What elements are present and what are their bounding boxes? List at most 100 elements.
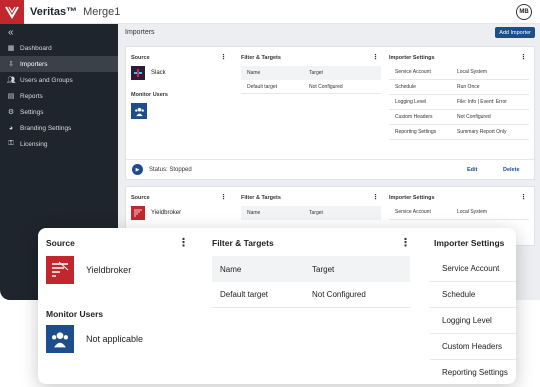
setting-row[interactable]: Reporting Settings Summary Report Only [389, 125, 529, 140]
source-name: Yieldbroker [86, 265, 132, 275]
sidebar-item-label: Settings [20, 108, 44, 116]
source-name: Yieldbroker [151, 210, 182, 216]
importers-icon: ⇩ [8, 61, 14, 68]
settings-menu-icon[interactable]: ⋮ [520, 193, 527, 201]
filter-heading: Filter & Targets [212, 238, 274, 248]
setting-row[interactable]: Schedule Run Once [389, 80, 529, 95]
setting-label: Logging Level [395, 99, 427, 105]
filter-menu-icon[interactable]: ⋮ [372, 53, 379, 61]
product-name: Merge1 [83, 5, 121, 18]
column-header-name: Name [247, 70, 261, 76]
filter-menu-icon[interactable]: ⋮ [400, 236, 411, 249]
source-heading: Source [46, 238, 75, 248]
setting-label: Service Account [395, 209, 431, 215]
targets-table: Name Target [241, 206, 381, 220]
setting-label: Custom Headers [395, 114, 433, 120]
slack-icon [131, 66, 145, 80]
setting-service-account[interactable]: Service Account [430, 256, 516, 282]
target-name-cell: Default target [247, 83, 278, 90]
sidebar-item-branding-settings[interactable]: ◕ Branding Settings [0, 120, 118, 136]
veritas-logo-icon[interactable] [0, 0, 24, 24]
monitor-users-heading: Monitor Users [131, 92, 168, 98]
delete-link[interactable]: Delete [503, 167, 520, 173]
play-icon[interactable]: ▶ [132, 164, 143, 175]
filter-heading: Filter & Targets [241, 55, 281, 61]
users-icon: 👥︎ [6, 77, 16, 84]
collapse-sidebar-icon[interactable]: « [0, 24, 118, 40]
monitor-users-icon [46, 325, 74, 353]
sidebar-item-importers[interactable]: ⇩ Importers [0, 56, 118, 72]
settings-heading: Importer Settings [389, 55, 435, 61]
monitor-users-heading: Monitor Users [46, 309, 104, 319]
source-menu-icon[interactable]: ⋮ [220, 53, 227, 61]
dashboard-icon: ▦ [7, 45, 15, 52]
gear-icon: ⚙ [7, 109, 15, 116]
setting-row[interactable]: Service Account Local System [389, 65, 529, 80]
add-importer-button[interactable]: Add Importer [495, 27, 535, 38]
sidebar-item-label: Dashboard [20, 44, 52, 52]
setting-value: Local System [457, 209, 488, 215]
source-menu-icon[interactable]: ⋮ [178, 236, 189, 249]
setting-label: Reporting Settings [395, 129, 437, 135]
sidebar-item-label: Users and Groups [20, 76, 73, 84]
setting-value: Not Configured [457, 114, 491, 120]
target-value-cell: Not Configured [312, 290, 366, 299]
column-header-target: Target [312, 264, 335, 274]
setting-label: Service Account [395, 69, 431, 75]
settings-heading: Importer Settings [434, 238, 505, 248]
reports-icon: ▤ [7, 93, 15, 100]
sidebar-item-reports[interactable]: ▤ Reports [0, 88, 118, 104]
table-header-row: Name Target [241, 206, 381, 220]
edit-link[interactable]: Edit [467, 167, 477, 173]
table-row[interactable]: Default target Not Configured [212, 282, 410, 308]
source-heading: Source [131, 195, 150, 201]
importer-card-slack: Source Slack Monitor Users ⋮ Filter & Ta… [125, 46, 535, 180]
sidebar-item-dashboard[interactable]: ▦ Dashboard [0, 40, 118, 56]
sidebar-item-settings[interactable]: ⚙ Settings [0, 104, 118, 120]
setting-custom-headers[interactable]: Custom Headers [430, 334, 516, 360]
filter-menu-icon[interactable]: ⋮ [372, 193, 379, 201]
setting-logging-level[interactable]: Logging Level [430, 308, 516, 334]
settings-heading: Importer Settings [389, 195, 435, 201]
target-name-cell: Default target [220, 290, 269, 299]
settings-list: Service Account Local System Schedule Run … [389, 65, 529, 140]
setting-schedule[interactable]: Schedule [430, 282, 516, 308]
license-icon: ⚿ [8, 140, 14, 147]
zoomed-importer-card: Source ⋮ Yieldbroker Monitor Users Not a… [38, 228, 516, 384]
sidebar-item-label: Importers [20, 60, 48, 68]
setting-value: File: Info | Event: Error [457, 99, 507, 105]
setting-row[interactable]: Custom Headers Not Configured [389, 110, 529, 125]
sidebar-item-label: Reports [20, 92, 43, 100]
sidebar-item-users-and-groups[interactable]: 👥︎ Users and Groups [0, 72, 118, 88]
column-header-name: Name [220, 264, 242, 274]
yieldbroker-icon [46, 256, 74, 284]
column-header-target: Target [309, 70, 323, 76]
setting-row[interactable]: Logging Level File: Info | Event: Error [389, 95, 529, 110]
table-row[interactable]: Default target Not Configured [241, 80, 381, 94]
status-text: Status: Stopped [149, 166, 192, 173]
table-header-row: Name Target [241, 66, 381, 80]
setting-label: Schedule [395, 84, 416, 90]
setting-value: Run Once [457, 84, 480, 90]
column-header-name: Name [247, 210, 261, 216]
column-header-target: Target [309, 210, 323, 216]
page-title: Importers [118, 24, 540, 40]
settings-menu-icon[interactable]: ⋮ [520, 53, 527, 61]
source-name: Slack [151, 70, 166, 76]
targets-table: Name Target Default target Not Configure… [241, 66, 381, 94]
top-bar: Veritas™ Merge1 MB [0, 0, 540, 24]
table-header-row: Name Target [212, 256, 410, 282]
setting-value: Local System [457, 69, 488, 75]
sidebar-item-label: Licensing [20, 140, 48, 148]
user-avatar[interactable]: MB [516, 4, 532, 20]
targets-table: Name Target Default target Not Configure… [212, 256, 410, 308]
yieldbroker-icon [131, 206, 145, 220]
palette-icon: ◕ [8, 124, 14, 132]
setting-reporting-settings[interactable]: Reporting Settings [430, 360, 516, 384]
sidebar-item-licensing[interactable]: ⚿ Licensing [0, 136, 118, 152]
target-value-cell: Not Configured [309, 83, 343, 90]
sidebar-item-label: Branding Settings [20, 124, 72, 132]
source-menu-icon[interactable]: ⋮ [220, 193, 227, 201]
setting-row[interactable]: Service Account Local System [389, 205, 529, 220]
monitor-users-icon [131, 103, 147, 119]
